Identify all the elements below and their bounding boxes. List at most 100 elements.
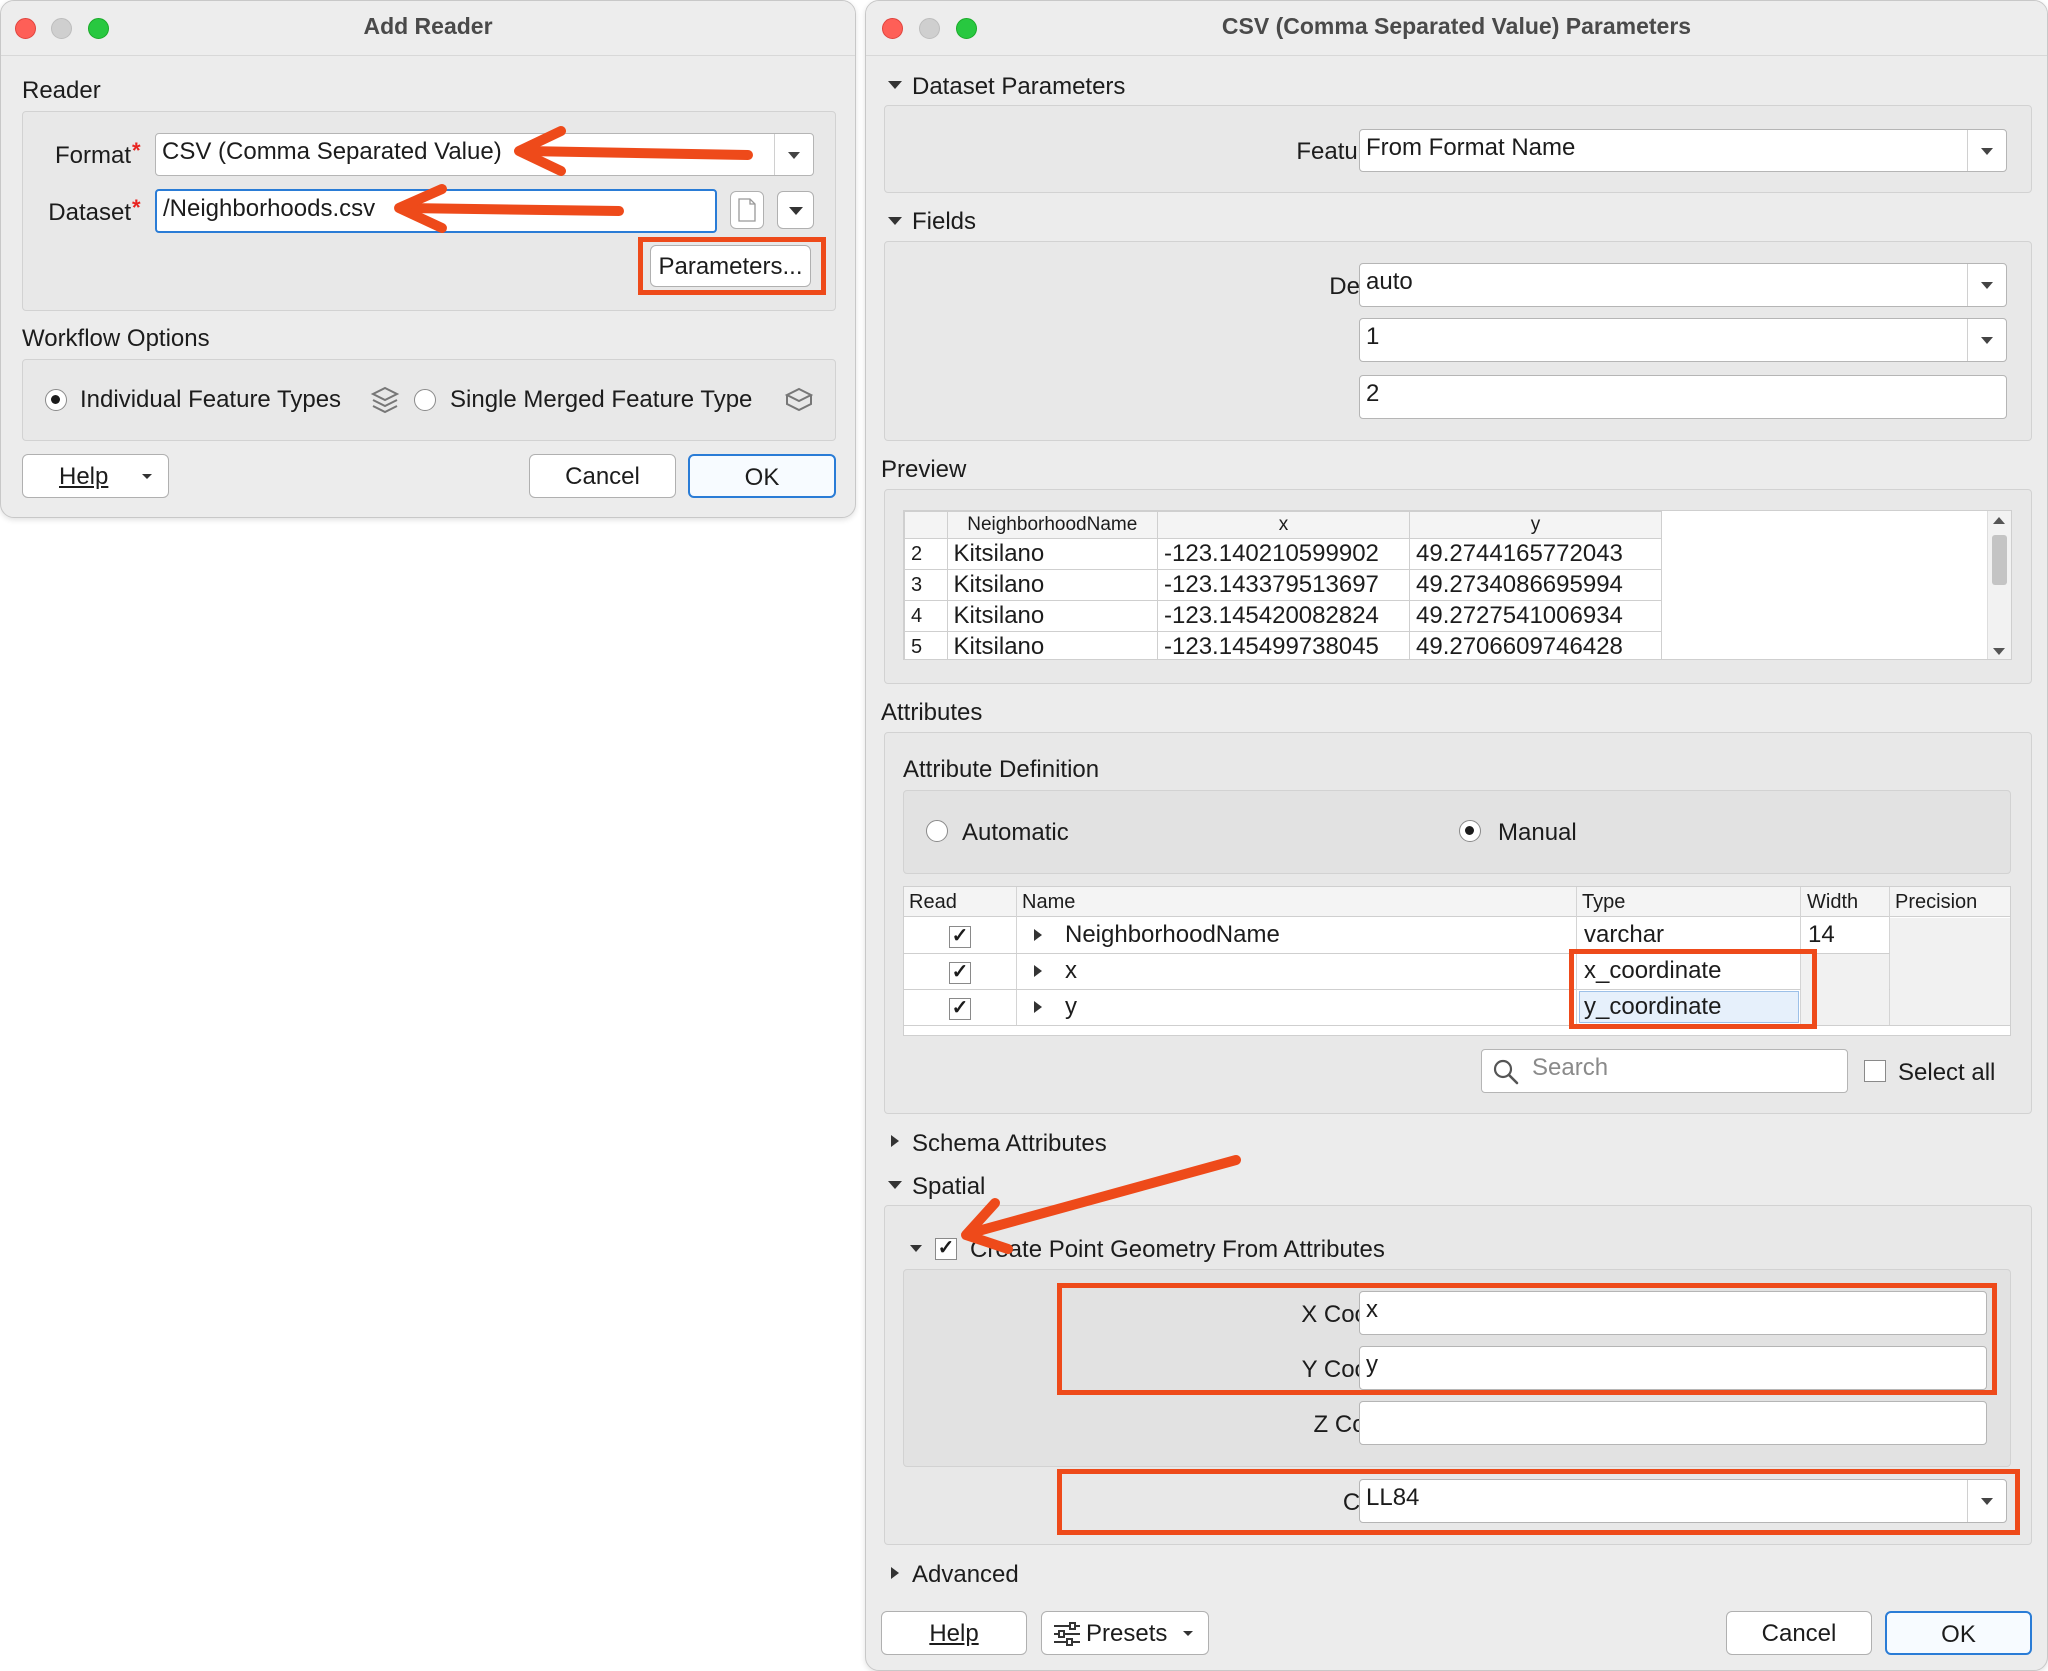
chevron-down-icon[interactable] [1967,264,2006,306]
add-reader-dialog: Add Reader Reader Format * CSV (Comma Se… [0,0,856,518]
row-number: 4 [904,600,948,632]
dataset-parameters-section[interactable]: Dataset Parameters [912,73,1125,101]
scroll-up-icon[interactable] [1993,517,2005,524]
chevron-down-icon [142,474,152,479]
column-divider [1016,887,1017,1025]
attribute-width-cell[interactable]: 14 [1808,921,1835,949]
presets-label: Presets [1086,1620,1168,1647]
preview-section-label: Preview [881,456,967,483]
automatic-label[interactable]: Automatic [962,819,1069,847]
column-header-type[interactable]: Type [1582,891,1625,914]
annotation-highlight-box [1569,949,1817,1029]
single-merged-feature-type-radio[interactable] [414,389,436,411]
preview-table-container[interactable]: NeighborhoodName x y 2 Kitsilano -123.14… [903,510,2012,660]
read-checkbox[interactable]: ✓ [949,962,971,984]
table-row: 5 Kitsilano -123.145499738045 49.2706609… [904,631,1662,659]
workflow-options-label: Workflow Options [22,325,210,352]
z-coordinate-input[interactable] [1359,1401,1987,1445]
attribute-type-cell[interactable]: varchar [1584,921,1664,949]
row-number: 5 [904,631,948,659]
y-cell: 49.2734086695994 [1409,569,1662,601]
scrollbar-thumb[interactable] [1992,535,2007,585]
manual-label[interactable]: Manual [1498,819,1577,847]
title-bar: CSV (Comma Separated Value) Parameters [866,1,2047,56]
field-names-line-value: 1 [1366,323,1380,350]
help-label: Help [929,1620,979,1647]
annotation-arrows [961,1155,1241,1254]
individual-feature-types-label[interactable]: Individual Feature Types [80,386,341,414]
fields-section[interactable]: Fields [912,208,976,236]
ok-button[interactable]: OK [688,454,836,498]
select-all-checkbox[interactable] [1864,1060,1886,1082]
chevron-down-icon[interactable] [1967,319,2006,361]
preview-column-header[interactable]: x [1157,511,1410,539]
help-button[interactable]: Help [881,1611,1027,1655]
manual-radio[interactable] [1459,820,1481,842]
csv-parameters-dialog: CSV (Comma Separated Value) Parameters D… [865,0,2048,1671]
column-header-width[interactable]: Width [1807,891,1858,914]
data-start-line-input[interactable]: 2 [1359,375,2007,419]
read-checkbox[interactable]: ✓ [949,926,971,948]
column-header-name[interactable]: Name [1022,891,1075,914]
search-placeholder: Search [1532,1054,1609,1081]
column-header-precision[interactable]: Precision [1895,891,1977,914]
collapse-triangle-icon[interactable] [888,81,902,89]
preview-column-header[interactable]: NeighborhoodName [946,511,1159,539]
merged-layer-icon [784,387,814,412]
annotation-highlight-box [1057,1283,1997,1395]
individual-feature-types-radio[interactable] [45,389,67,411]
select-all-label[interactable]: Select all [1898,1059,1995,1087]
delimiter-value: auto [1366,268,1413,295]
x-cell: -123.145499738045 [1157,631,1410,659]
expand-triangle-icon[interactable] [891,1567,899,1579]
window-title: CSV (Comma Separated Value) Parameters [1221,13,1692,39]
chevron-down-icon[interactable] [1967,130,2006,171]
preview-corner-cell [904,511,948,539]
y-cell: 49.2744165772043 [1409,538,1662,570]
cancel-button[interactable]: Cancel [529,454,676,498]
collapse-triangle-icon[interactable] [888,217,902,225]
neighborhood-cell: Kitsilano [946,538,1159,570]
attribute-table: Read Name Type Width Precision ✓ Neighbo… [903,886,2011,1036]
annotation-arrow [966,1155,1241,1238]
expand-triangle-icon[interactable] [1034,1001,1042,1013]
ok-button[interactable]: OK [1885,1611,2032,1655]
annotation-arrow [520,146,753,160]
help-button[interactable]: Help [22,454,169,498]
expand-triangle-icon[interactable] [1034,929,1042,941]
column-header-read[interactable]: Read [909,891,957,914]
x-cell: -123.140210599902 [1157,538,1410,570]
cancel-button[interactable]: Cancel [1726,1611,1872,1655]
feature-type-value: From Format Name [1366,134,1576,161]
attribute-definition-group [903,790,2011,874]
sliders-icon [1054,1622,1080,1646]
preview-scrollbar[interactable] [1987,511,2011,659]
x-cell: -123.145420082824 [1157,600,1410,632]
row-number: 3 [904,569,948,601]
advanced-section[interactable]: Advanced [912,1561,1019,1589]
attribute-name-cell: x [1065,957,1077,984]
neighborhood-cell: Kitsilano [946,631,1159,659]
row-number: 2 [904,538,948,570]
attribute-definition-label: Attribute Definition [903,756,1100,783]
annotation-arrows [394,126,753,233]
y-cell: 49.2727541006934 [1409,600,1662,632]
automatic-radio[interactable] [926,820,948,842]
neighborhood-cell: Kitsilano [946,600,1159,632]
annotation-highlight-box [1057,1469,2020,1535]
x-cell: -123.143379513697 [1157,569,1410,601]
expand-triangle-icon[interactable] [1034,965,1042,977]
chevron-down-icon [1183,1631,1193,1636]
row-divider [904,1025,2010,1026]
delimiter-select[interactable]: auto [1359,263,2007,307]
help-label: Help [59,463,109,490]
table-row: 4 Kitsilano -123.145420082824 49.2727541… [904,600,1662,632]
feature-type-select[interactable]: From Format Name [1359,129,2007,172]
single-merged-feature-type-label[interactable]: Single Merged Feature Type [450,386,752,414]
field-names-line-select[interactable]: 1 [1359,318,2007,362]
search-input[interactable]: Search [1481,1049,1848,1093]
preview-column-header[interactable]: y [1409,511,1662,539]
presets-button[interactable]: Presets [1041,1611,1209,1655]
scroll-down-icon[interactable] [1993,648,2005,655]
read-checkbox[interactable]: ✓ [949,998,971,1020]
